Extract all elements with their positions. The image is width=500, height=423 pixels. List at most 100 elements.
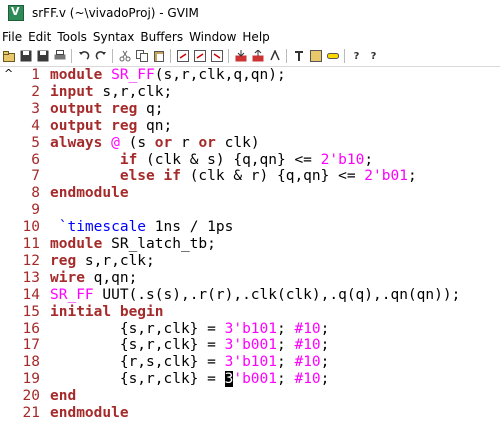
code-line[interactable]: 18 {r,s,clk} = 3'b101; #10; — [0, 354, 330, 371]
code-line[interactable]: 10 `timescale 1ns / 1ps — [0, 219, 234, 236]
toolbar: ? ? — [0, 46, 500, 67]
toolbar-separator — [286, 49, 287, 63]
line-number: 18 — [22, 354, 40, 371]
title-bar: srFF.v (~\vivadoProj) - GVIM — [0, 0, 500, 26]
copy-icon[interactable] — [135, 50, 148, 63]
line-number: 16 — [22, 320, 40, 337]
toolbar-separator — [71, 49, 72, 63]
find-icon[interactable] — [176, 50, 189, 63]
code-line[interactable]: 12 reg s,r,clk; — [0, 253, 155, 270]
code-token: `timescale — [58, 219, 147, 236]
code-token: (s,r,clk,q,qn); — [154, 67, 286, 83]
load-session-icon[interactable] — [234, 50, 247, 63]
code-line[interactable]: 19 {s,r,clk} = 3'b001; #10; — [0, 371, 329, 388]
ctags-icon[interactable] — [326, 50, 339, 63]
code-token: {s,r,clk} = — [50, 371, 225, 388]
line-number: 21 — [22, 405, 40, 421]
code-line[interactable]: 17 {s,r,clk} = 3'b001; #10; — [0, 337, 330, 354]
code-token: reg — [111, 117, 147, 134]
code-token: {s,r,clk} = — [50, 320, 225, 337]
code-token: endmodule — [50, 185, 129, 202]
save-session-icon[interactable] — [251, 50, 264, 63]
shell-icon[interactable] — [309, 50, 322, 63]
open-icon[interactable] — [2, 50, 15, 63]
editor-area[interactable]: ^ 1 module SR_FF(s,r,clk,q,qn); 2 input s,r… — [0, 67, 500, 423]
code-line[interactable]: 2 input s,r,clk; — [0, 84, 172, 101]
run-script-icon[interactable] — [268, 50, 281, 63]
code-token: s — [137, 134, 155, 151]
find-prev-icon[interactable] — [210, 50, 223, 63]
code-line[interactable]: 8 endmodule — [0, 185, 129, 202]
find-help-icon[interactable]: ? — [367, 50, 380, 63]
code-token: wire — [50, 269, 94, 286]
paste-icon[interactable] — [152, 50, 165, 63]
code-token: #10 — [294, 337, 321, 354]
code-token: ; — [277, 354, 295, 371]
code-token: ( — [128, 134, 138, 151]
code-token: 3'b101 — [224, 354, 277, 371]
code-line[interactable]: 13 wire q,qn; — [0, 269, 138, 287]
code-token: UUT(.s(s),.r(r),.clk(clk),.q(q),.qn(qn))… — [102, 286, 461, 303]
code-line[interactable]: 6 if (clk & s) {q,qn} <= 2'b10; — [0, 152, 373, 169]
menu-edit[interactable]: Edit — [26, 30, 55, 44]
code-token: {r,s,clk} = — [50, 354, 225, 371]
code-line[interactable]: 9 — [0, 202, 50, 219]
code-token: ; — [364, 151, 374, 168]
line-number: 3 — [31, 100, 40, 117]
make-icon[interactable] — [292, 50, 305, 63]
menu-bar: File Edit Tools Syntax Buffers Window He… — [0, 28, 500, 46]
code-line[interactable]: 4 output reg qn; — [0, 118, 172, 135]
menu-help[interactable]: Help — [240, 30, 273, 44]
line-number: 10 — [22, 219, 40, 236]
code-token: input — [50, 83, 103, 100]
line-number: 13 — [22, 269, 40, 286]
line-number: 17 — [22, 337, 40, 354]
code-line[interactable]: 3 output reg q; — [0, 100, 164, 118]
code-token: ; — [407, 168, 417, 185]
code-token: q; — [146, 100, 164, 117]
code-token: s,r,clk; — [102, 83, 173, 100]
menu-buffers[interactable]: Buffers — [138, 30, 187, 44]
line-number: 14 — [22, 286, 40, 303]
code-line[interactable]: 5 always @ (s or r or clk) — [0, 134, 260, 152]
find-next-icon[interactable] — [193, 50, 206, 63]
line-number: 1 — [31, 67, 40, 83]
menu-syntax[interactable]: Syntax — [91, 30, 138, 44]
save-all-icon[interactable] — [36, 50, 49, 63]
code-token: SR_latch_tb; — [111, 236, 216, 252]
code-token: ; — [277, 337, 295, 354]
toolbar-separator — [344, 49, 345, 63]
code-token: if — [119, 151, 147, 168]
code-line[interactable]: 15 initial begin — [0, 304, 164, 321]
line-number: 19 — [22, 371, 40, 388]
print-icon[interactable] — [53, 50, 66, 63]
code-line[interactable]: 20 end — [0, 388, 77, 405]
code-line[interactable]: 11 module SR_latch_tb; — [0, 236, 216, 253]
code-token: clk) — [224, 134, 260, 151]
code-token: {s,r,clk} = — [50, 337, 225, 354]
code-token: SR_FF — [111, 67, 155, 83]
help-icon[interactable]: ? — [350, 50, 363, 63]
redo-icon[interactable] — [94, 50, 107, 63]
line-number: 4 — [31, 117, 40, 134]
line-number: 12 — [22, 252, 40, 269]
undo-icon[interactable] — [77, 50, 90, 63]
menu-tools[interactable]: Tools — [55, 30, 91, 44]
save-icon[interactable] — [19, 50, 32, 63]
code-line[interactable]: 14 SR_FF UUT(.s(s),.r(r),.clk(clk),.q(q),… — [0, 286, 461, 304]
code-token: ; — [320, 354, 330, 371]
line-number: 5 — [31, 134, 40, 151]
code-line[interactable]: 21 endmodule — [0, 405, 129, 422]
code-line[interactable]: 1 module SR_FF(s,r,clk,q,qn); — [0, 67, 286, 84]
code-token: module — [50, 67, 112, 83]
code-line[interactable]: 7 else if (clk & r) {q,qn} <= 2'b01; — [0, 168, 417, 185]
code-token: else if — [119, 168, 190, 185]
code-token: output — [50, 100, 112, 117]
menu-file[interactable]: File — [0, 30, 26, 44]
code-line[interactable]: 16 {s,r,clk} = 3'b101; #10; — [0, 320, 330, 338]
line-number: 9 — [31, 202, 40, 219]
cut-icon[interactable] — [118, 50, 131, 63]
menu-window[interactable]: Window — [187, 30, 240, 44]
